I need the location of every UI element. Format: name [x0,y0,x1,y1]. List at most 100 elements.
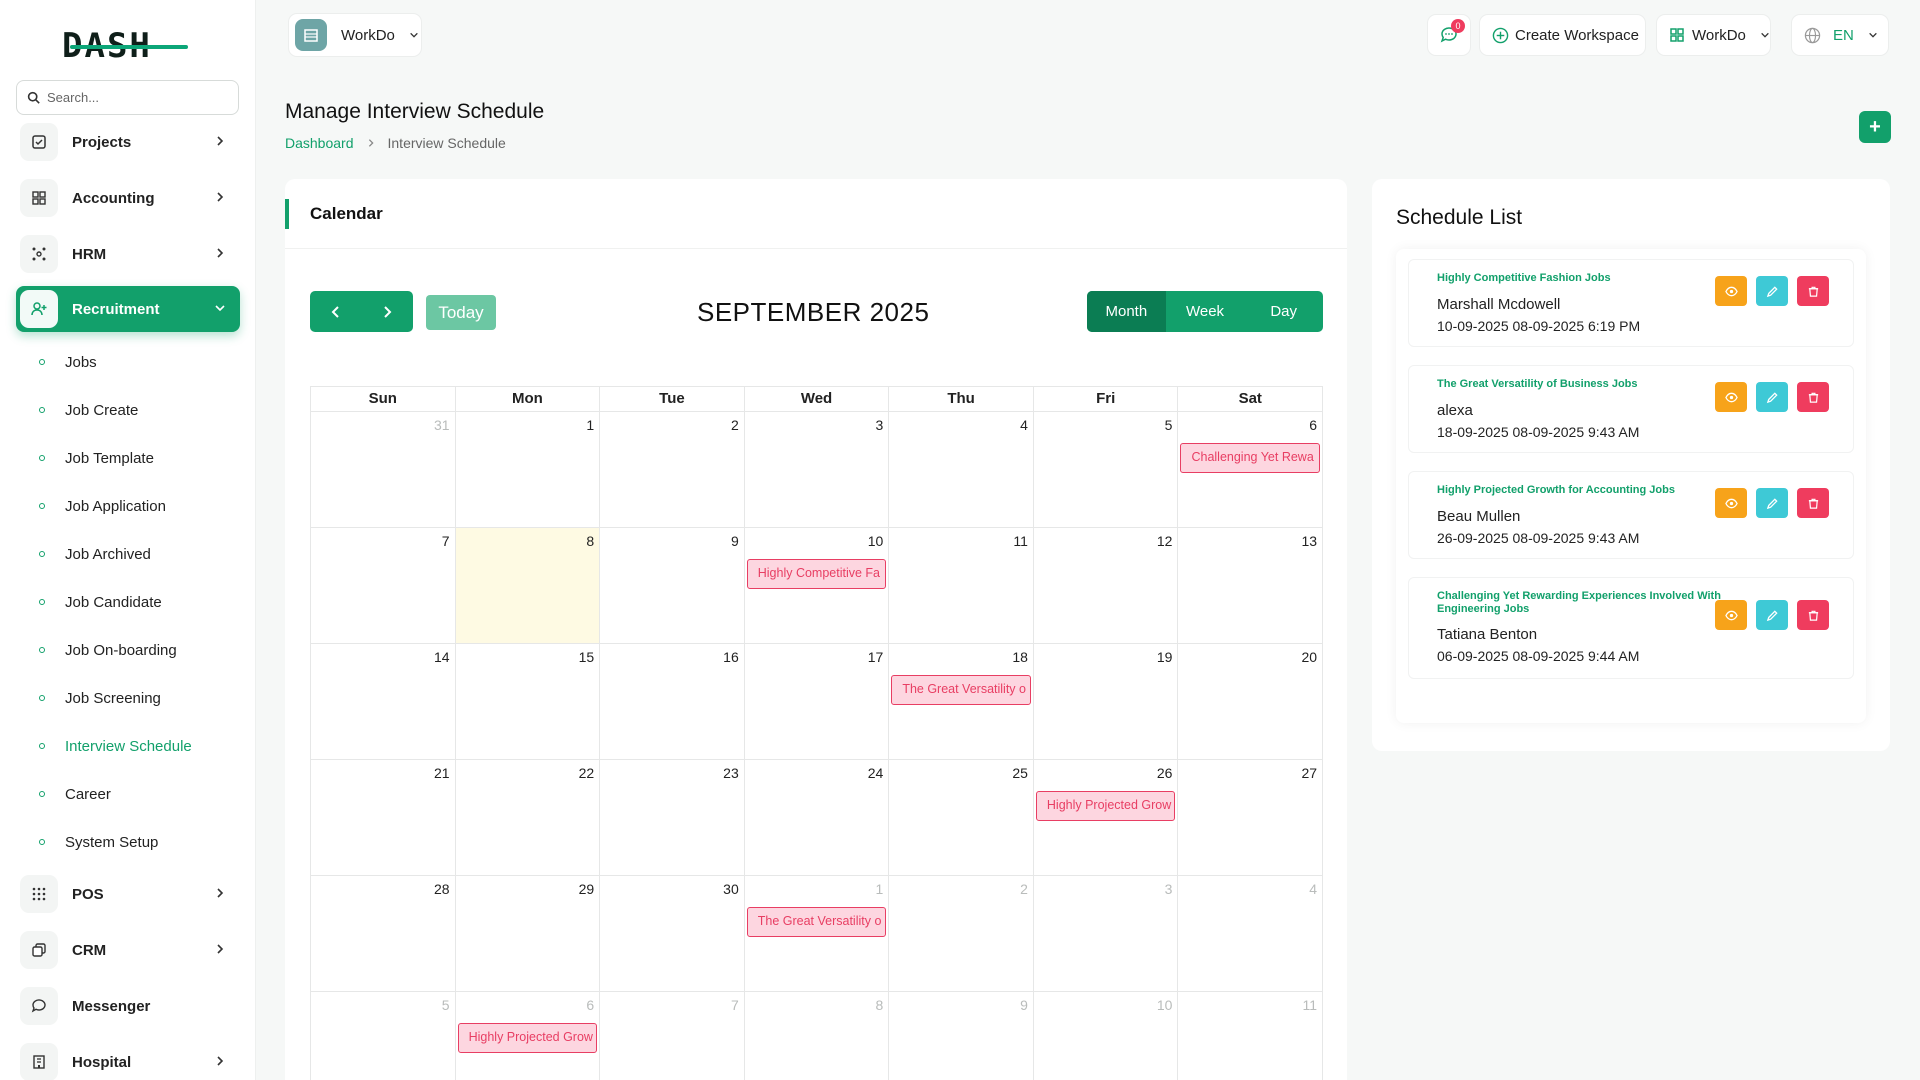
calendar-day[interactable]: 5 [311,992,456,1080]
edit-button[interactable] [1756,600,1788,630]
sidebar-item-pos[interactable]: POS [16,871,240,917]
prev-month-button[interactable] [310,291,362,332]
calendar-day[interactable]: 10 [1034,992,1179,1080]
calendar-day[interactable]: 4 [1178,876,1324,992]
calendar-day[interactable]: 21 [311,760,456,876]
calendar-day[interactable]: 2 [600,412,745,528]
edit-button[interactable] [1756,382,1788,412]
sidebar-sub-job-create[interactable]: Job Create [36,397,138,423]
plus-icon: + [1869,115,1881,138]
calendar-day[interactable]: 12 [1033,528,1179,644]
delete-button[interactable] [1797,600,1829,630]
chevron-right-icon [217,888,224,898]
calendar-day[interactable]: 17 [744,644,890,760]
calendar-day[interactable]: 10 Highly Competitive Fa [744,528,890,644]
calendar-day[interactable]: 25 [889,760,1034,876]
sidebar-item-recruitment[interactable]: Recruitment [16,286,240,332]
calendar-day[interactable]: 18 The Great Versatility o [889,644,1034,760]
calendar-day[interactable]: 3 [744,412,890,528]
edit-button[interactable] [1756,488,1788,518]
calendar-day[interactable]: 7 [311,528,456,644]
calendar-day[interactable]: 31 [311,412,456,528]
delete-button[interactable] [1797,488,1829,518]
calendar-day[interactable]: 6 Challenging Yet Rewa [1178,412,1324,528]
calendar-day[interactable]: 3 [1033,876,1179,992]
calendar-day[interactable]: 23 [600,760,745,876]
view-month-button[interactable]: Month [1087,291,1166,332]
calendar-day[interactable]: 22 [455,760,601,876]
view-day-button[interactable]: Day [1244,291,1323,332]
calendar-day[interactable]: 1 The Great Versatility o [744,876,890,992]
calendar-event[interactable]: The Great Versatility o [746,907,887,937]
calendar-day[interactable]: 27 [1178,760,1324,876]
messages-button[interactable]: 0 [1427,14,1471,56]
sidebar-item-hospital[interactable]: Hospital [16,1039,240,1080]
calendar-day[interactable]: 8 [745,992,890,1080]
calendar-day[interactable]: 9 [889,992,1034,1080]
workspace-menu-button[interactable]: WorkDo [1656,14,1771,56]
delete-button[interactable] [1797,276,1829,306]
sidebar-sub-job-application[interactable]: Job Application [36,493,166,519]
calendar-day[interactable]: 4 [889,412,1034,528]
sidebar-item-messenger[interactable]: Messenger [16,983,240,1029]
calendar-day[interactable]: 11 [1178,992,1324,1080]
calendar-day[interactable]: 5 [1033,412,1179,528]
sidebar-item-accounting[interactable]: Accounting [16,175,240,221]
day-number: 12 [1156,533,1173,549]
calendar-day[interactable]: 13 [1178,528,1324,644]
view-button[interactable] [1715,600,1747,630]
calendar-day[interactable]: 24 [744,760,890,876]
sidebar-item-projects[interactable]: Projects [16,119,240,165]
sidebar-item-hrm[interactable]: HRM [16,231,240,277]
calendar-day[interactable]: 6 Highly Projected Grow [456,992,601,1080]
today-button[interactable]: Today [426,295,496,330]
calendar-event[interactable]: The Great Versatility o [891,675,1031,705]
sidebar-sub-job-screening[interactable]: Job Screening [36,685,161,711]
view-week-button[interactable]: Week [1166,291,1245,332]
sidebar-sub-job-candidate[interactable]: Job Candidate [36,589,162,615]
workspace-switcher[interactable]: WorkDo [288,13,422,57]
apps-icon [1670,28,1684,42]
sidebar-sub-system-setup[interactable]: System Setup [36,829,158,855]
sidebar-item-label: Accounting [72,189,155,207]
calendar-day[interactable]: 19 [1033,644,1179,760]
calendar-day[interactable]: 14 [311,644,456,760]
calendar-day[interactable]: 16 [600,644,745,760]
sidebar-sub-job-archived[interactable]: Job Archived [36,541,151,567]
delete-button[interactable] [1797,382,1829,412]
edit-button[interactable] [1756,276,1788,306]
calendar-event[interactable]: Highly Projected Grow [1035,791,1176,821]
calendar-day[interactable]: 11 [889,528,1034,644]
calendar-day[interactable]: 20 [1178,644,1324,760]
calendar-day[interactable]: 15 [455,644,601,760]
view-button[interactable] [1715,382,1747,412]
add-schedule-button[interactable]: + [1859,111,1891,143]
search-input[interactable] [47,90,227,105]
calendar-day[interactable]: 7 [600,992,745,1080]
calendar-event[interactable]: Highly Projected Grow [457,1023,598,1053]
calendar-day[interactable]: 9 [600,528,745,644]
view-button[interactable] [1715,488,1747,518]
sidebar-sub-jobs[interactable]: Jobs [36,349,97,375]
calendar-day[interactable]: 29 [455,876,601,992]
view-button[interactable] [1715,276,1747,306]
calendar-day[interactable]: 2 [889,876,1034,992]
calendar-event[interactable]: Challenging Yet Rewa [1180,443,1321,473]
sidebar-sub-career[interactable]: Career [36,781,111,807]
calendar-day[interactable]: 1 [455,412,601,528]
sidebar-item-crm[interactable]: CRM [16,927,240,973]
calendar-event[interactable]: Highly Competitive Fa [746,559,887,589]
sidebar-sub-job-onboarding[interactable]: Job On-boarding [36,637,177,663]
calendar-day-today[interactable]: 8 [455,528,601,644]
create-workspace-button[interactable]: Create Workspace [1479,14,1646,56]
calendar-day[interactable]: 26 Highly Projected Grow [1033,760,1179,876]
sidebar-sub-interview-schedule[interactable]: Interview Schedule [36,733,192,759]
breadcrumb-dashboard-link[interactable]: Dashboard [285,135,354,151]
calendar-day[interactable]: 28 [311,876,456,992]
sidebar-sub-job-template[interactable]: Job Template [36,445,154,471]
language-selector[interactable]: EN [1791,14,1889,56]
calendar-day[interactable]: 30 [600,876,745,992]
day-number: 22 [578,765,595,781]
next-month-button[interactable] [362,291,414,332]
bullet-icon [39,503,45,509]
